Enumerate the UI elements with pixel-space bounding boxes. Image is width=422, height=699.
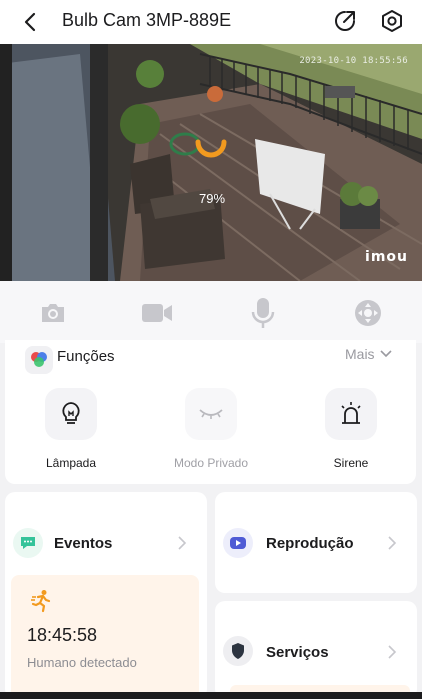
functions-title: Funções [57,348,115,365]
video-timestamp: 2023-10-10 18:55:56 [299,56,408,66]
playback-card[interactable]: Reprodução [215,492,417,593]
share-button[interactable] [332,8,358,34]
privacy-mode-label: Modo Privado [173,456,249,470]
joystick-icon [355,300,381,326]
running-person-icon [31,590,51,613]
latest-event[interactable]: 18:45:58 Humano detectado [11,575,199,699]
services-title: Serviços [266,644,329,661]
ptz-button[interactable] [350,295,386,331]
services-icon-wrap [223,636,253,666]
closed-eye-icon [199,409,223,419]
settings-hexagon-icon [382,10,402,32]
record-button[interactable] [139,295,175,331]
camera-icon [42,304,64,322]
shield-icon [232,643,244,659]
events-title: Eventos [54,535,113,552]
siren-label: Sirene [333,456,369,470]
function-lamp[interactable]: Lâmpada [26,388,116,470]
playback-icon-wrap [223,528,253,558]
back-arrow-icon [24,12,36,32]
function-privacy-mode[interactable]: Modo Privado [166,388,256,470]
brand-watermark: imou [365,249,408,265]
video-toolbar [0,281,422,343]
live-video-feed[interactable]: 2023-10-10 18:55:56 imou 79% [0,44,422,281]
snapshot-button[interactable] [35,295,71,331]
chevron-right-icon [178,536,187,550]
events-icon-wrap [13,528,43,558]
function-siren[interactable]: Sirene [306,388,396,470]
talk-button[interactable] [245,295,281,331]
more-functions-button[interactable]: Mais [345,346,392,362]
lamp-label: Lâmpada [45,456,97,470]
playback-title: Reprodução [266,535,354,552]
chat-bubble-icon [21,537,35,549]
settings-button[interactable] [379,8,405,34]
event-description: Humano detectado [27,655,137,670]
share-export-icon [335,11,355,31]
chevron-right-icon [388,645,397,659]
page-title: Bulb Cam 3MP-889E [62,10,232,30]
event-time: 18:45:58 [27,625,98,645]
top-header: Bulb Cam 3MP-889E [0,0,422,44]
lamp-icon-box [45,388,97,440]
more-label: Mais [345,346,375,362]
play-video-icon [230,537,246,549]
loading-spinner-icon [195,139,227,158]
siren-icon-box [325,388,377,440]
functions-icon [25,346,53,374]
video-record-icon [142,304,172,322]
microphone-icon [251,298,275,328]
back-button[interactable] [16,8,44,36]
services-card[interactable]: Serviços [215,601,417,699]
siren-icon [341,402,361,424]
bottom-edge [0,692,422,699]
bulb-icon [62,402,80,424]
chevron-down-icon [379,350,392,358]
chevron-right-icon [388,536,397,550]
functions-card: Funções Mais Lâmpada Modo Privado Sirene [5,340,416,484]
privacy-icon-box [185,388,237,440]
loading-percent: 79% [198,191,226,206]
